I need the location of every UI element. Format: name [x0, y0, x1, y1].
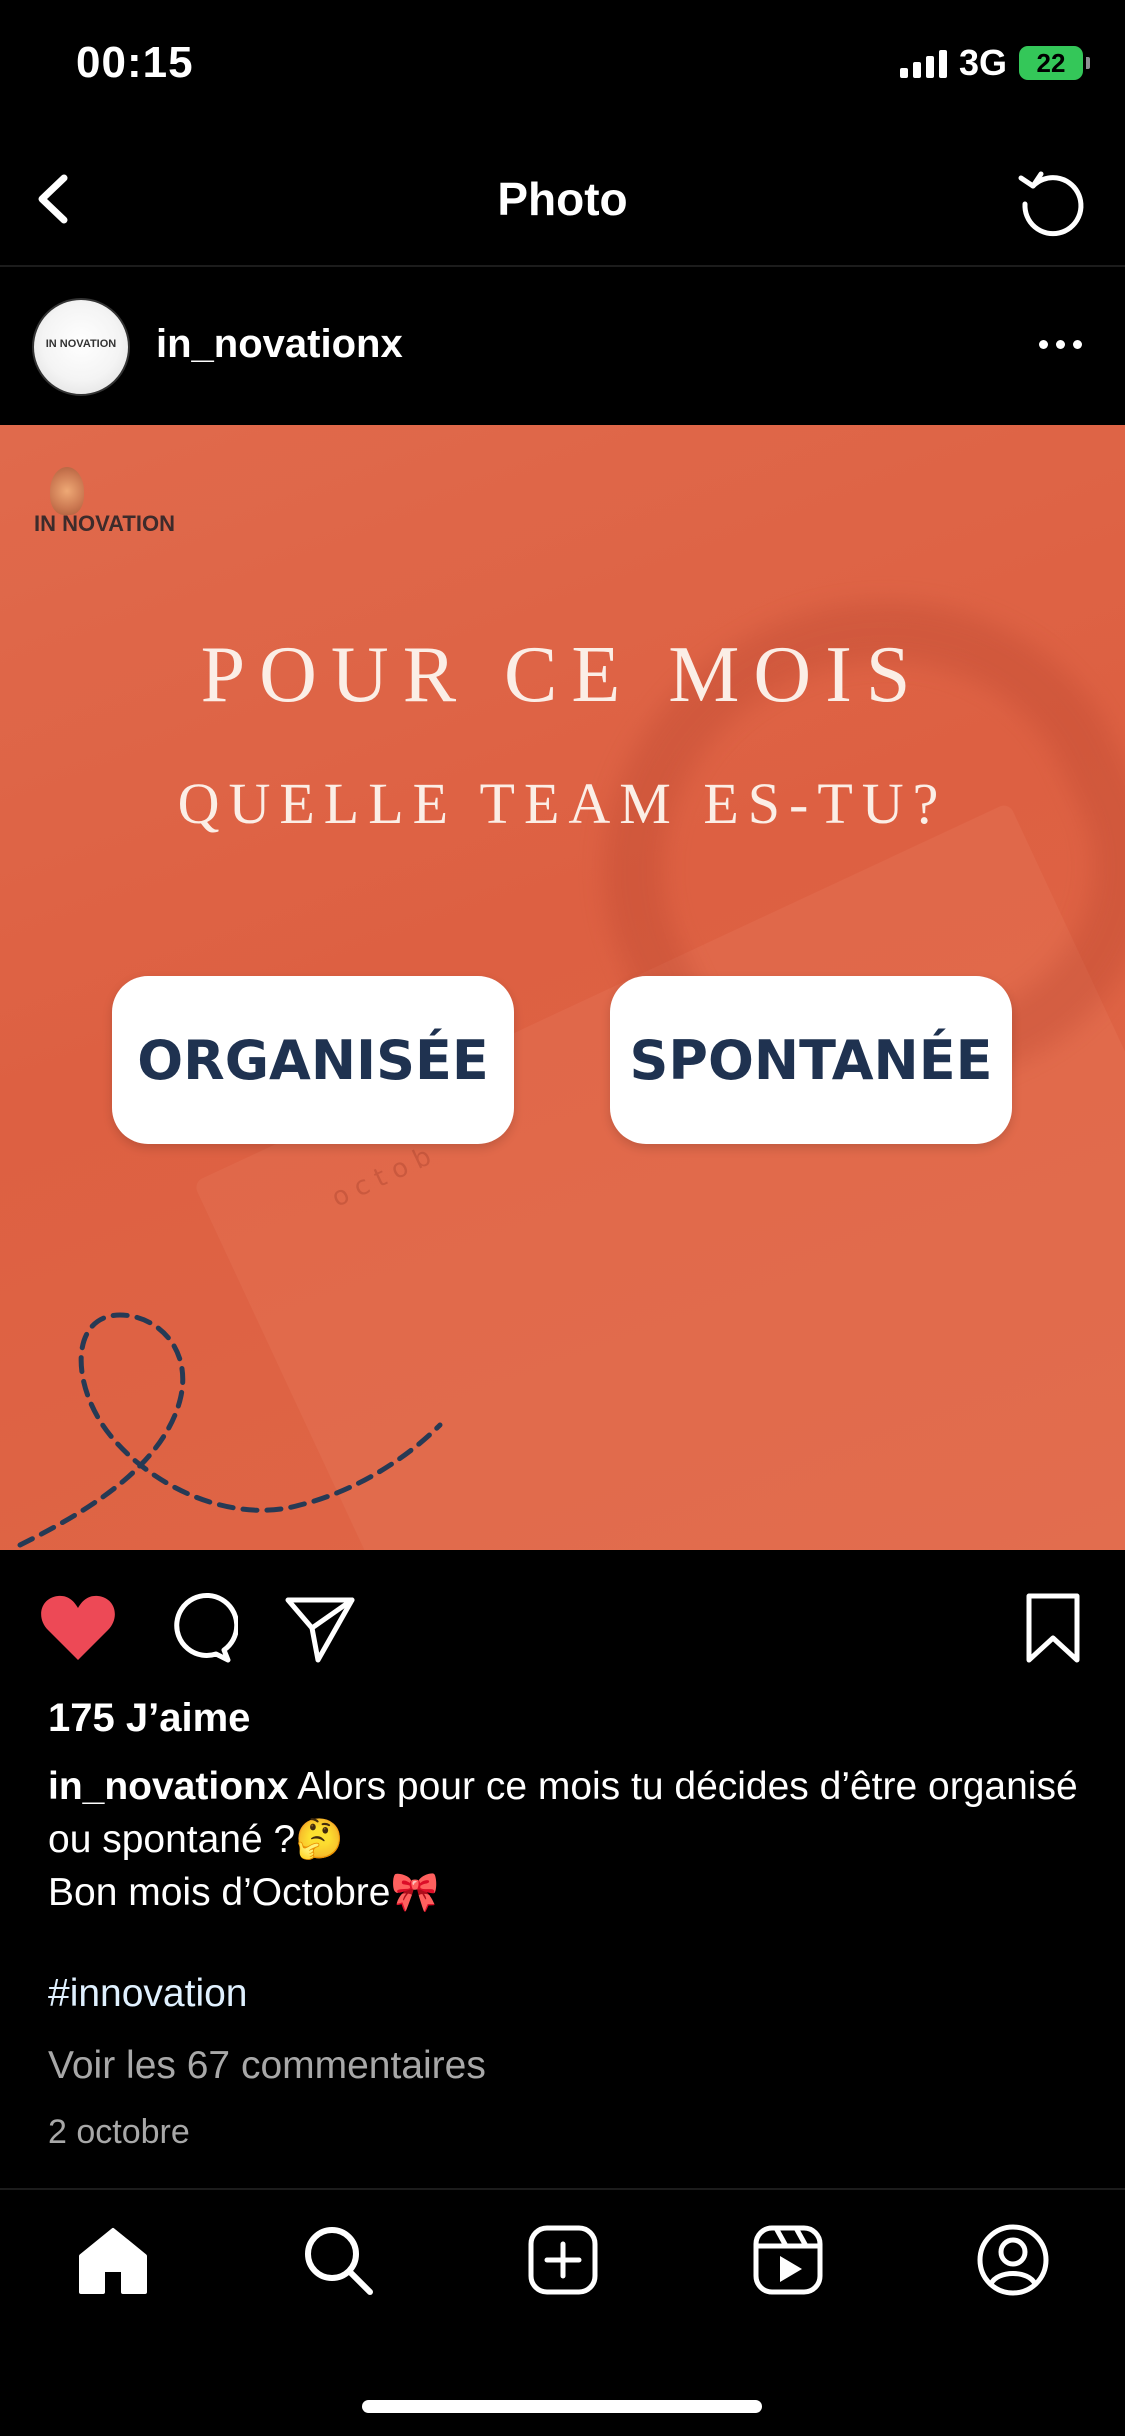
refresh-button[interactable] [1011, 160, 1091, 240]
add-post-icon [528, 2225, 598, 2295]
image-headline: POUR CE MOIS [200, 631, 925, 719]
battery-level: 22 [1036, 47, 1066, 78]
tab-home[interactable] [73, 2220, 153, 2300]
header-divider [0, 265, 1125, 267]
dot [1055, 339, 1065, 349]
hashtag-link[interactable]: #innovation [48, 1972, 248, 2016]
tab-reels[interactable] [748, 2220, 828, 2300]
dot [1038, 339, 1048, 349]
comment-icon [174, 1592, 240, 1663]
view-comments-link[interactable]: Voir les 67 commentaires [48, 2044, 486, 2088]
tab-create[interactable] [523, 2220, 603, 2300]
home-icon [79, 2228, 147, 2294]
caption-line2: Bon mois d’Octobre🎀 [48, 1871, 440, 1914]
avatar[interactable]: IN NOVATION [32, 298, 130, 396]
battery-icon: 22 [1019, 46, 1090, 80]
caption-username[interactable]: in_novationx [48, 1765, 289, 1808]
dot [1072, 339, 1082, 349]
save-button[interactable] [1021, 1590, 1085, 1666]
lightbulb-icon [50, 467, 84, 515]
post-date: 2 octobre [48, 2113, 190, 2151]
avatar-logo-text: IN NOVATION [45, 338, 117, 350]
refresh-icon [1018, 171, 1084, 237]
heart-icon [41, 1595, 115, 1660]
profile-icon [977, 2224, 1049, 2296]
status-time: 00:15 [76, 38, 194, 87]
send-icon [285, 1597, 355, 1663]
post-username[interactable]: in_novationx [156, 322, 403, 367]
image-subheadline: QUELLE TEAM ES-TU? [177, 771, 948, 836]
tabbar-divider [0, 2188, 1125, 2190]
page-title: Photo [497, 173, 628, 225]
network-type: 3G [958, 42, 1007, 83]
reels-icon [753, 2225, 823, 2295]
bookmark-icon [1026, 1593, 1080, 1663]
dashed-ribbon-icon [17, 1312, 443, 1548]
logo-text: IN NOVATION [34, 511, 175, 536]
share-button[interactable] [282, 1590, 358, 1666]
tab-profile[interactable] [973, 2220, 1053, 2300]
like-button[interactable] [38, 1592, 118, 1664]
tab-search[interactable] [298, 2220, 378, 2300]
calendar-decoration: o c t o b [327, 1141, 436, 1214]
post-caption: in_novationx Alors pour ce mois tu décid… [48, 1760, 1088, 1919]
home-indicator[interactable] [362, 2400, 762, 2413]
more-options-button[interactable] [1025, 322, 1095, 366]
status-indicators: 3G 22 [899, 42, 1090, 84]
comment-button[interactable] [162, 1590, 240, 1666]
post-image[interactable]: o c t o b IN NOVATION POUR CE MOIS QUELL… [0, 425, 1125, 1550]
search-icon [305, 2227, 373, 2295]
likes-count[interactable]: 175 J’aime [48, 1696, 250, 1741]
brand-logo: IN NOVATION [34, 467, 175, 537]
option-spontanee: SPONTANÉE [610, 976, 1012, 1144]
option-organisee: ORGANISÉE [112, 976, 514, 1144]
signal-icon [899, 48, 947, 78]
